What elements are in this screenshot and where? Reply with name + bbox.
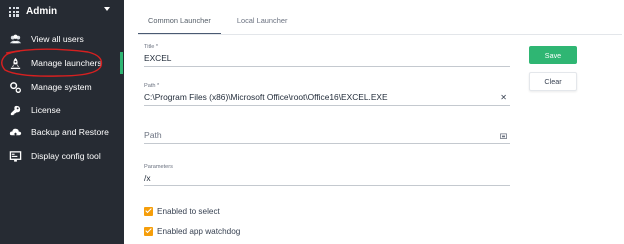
title-underline — [144, 66, 510, 67]
parameters-underline — [144, 185, 510, 186]
sidebar-item-manage-system[interactable]: Manage system — [0, 76, 124, 98]
tabs-divider — [138, 34, 622, 35]
checkbox-label: Enabled to select — [157, 206, 220, 216]
checkbox-checked-icon[interactable] — [144, 206, 153, 216]
path-underline — [144, 105, 510, 106]
sidebar-item-label: Backup and Restore — [31, 127, 109, 137]
sidebar-item-label: License — [31, 105, 61, 115]
grid-icon — [9, 7, 19, 17]
lock-icon[interactable] — [500, 133, 507, 139]
sidebar-item-license[interactable]: License — [0, 99, 124, 121]
sidebar-item-label: View all users — [31, 34, 84, 44]
path-label: Path * — [144, 83, 160, 89]
users-icon — [9, 34, 22, 43]
sidebar-item-view-all-users[interactable]: View all users — [0, 28, 124, 50]
sidebar-item-manage-launchers[interactable]: Manage launchers — [0, 52, 124, 74]
checkbox-label: Enabled app watchdog — [157, 226, 241, 236]
checkbox-checked-icon[interactable] — [144, 226, 153, 236]
sidebar-item-label: Manage launchers — [31, 58, 102, 68]
sidebar-header[interactable]: Admin — [0, 0, 124, 24]
parameters-field[interactable]: Parameters /x — [144, 164, 510, 186]
sidebar-header-title: Admin — [26, 6, 58, 17]
main-panel: Common Launcher Local Launcher Title * E… — [124, 0, 624, 244]
path-secondary-field[interactable]: Path — [144, 130, 510, 144]
path-secondary-placeholder: Path — [144, 130, 162, 140]
tab-common-launcher[interactable]: Common Launcher — [138, 6, 221, 35]
sidebar: Admin View all users Manage launchers Ma… — [0, 0, 124, 244]
title-value[interactable]: EXCEL — [144, 52, 510, 64]
path-value[interactable]: C:\Program Files (x86)\Microsoft Office\… — [144, 91, 510, 103]
sidebar-item-backup-and-restore[interactable]: Backup and Restore — [0, 121, 124, 143]
display-icon — [9, 150, 22, 162]
clear-button[interactable]: Clear — [529, 72, 577, 91]
caret-down-icon[interactable] — [104, 7, 110, 11]
title-label: Title * — [144, 44, 159, 50]
clear-path-icon[interactable]: ✕ — [500, 93, 507, 102]
tab-local-launcher[interactable]: Local Launcher — [227, 6, 298, 34]
title-field[interactable]: Title * EXCEL — [144, 44, 510, 68]
sidebar-item-label: Display config tool — [31, 151, 101, 161]
save-button[interactable]: Save — [529, 46, 577, 64]
gears-icon — [10, 81, 21, 93]
path-secondary-underline — [144, 143, 510, 144]
enabled-app-watchdog-checkbox[interactable]: Enabled app watchdog — [144, 225, 240, 237]
launcher-tabs: Common Launcher Local Launcher — [138, 6, 298, 35]
key-icon — [10, 105, 21, 115]
parameters-label: Parameters — [144, 164, 173, 170]
path-field[interactable]: Path * C:\Program Files (x86)\Microsoft … — [144, 83, 510, 107]
cloud-upload-icon — [9, 128, 22, 137]
parameters-value[interactable]: /x — [144, 172, 510, 184]
sidebar-item-display-config-tool[interactable]: Display config tool — [0, 145, 124, 167]
rocket-icon — [10, 57, 21, 69]
sidebar-item-label: Manage system — [31, 82, 92, 92]
enabled-to-select-checkbox[interactable]: Enabled to select — [144, 205, 220, 217]
